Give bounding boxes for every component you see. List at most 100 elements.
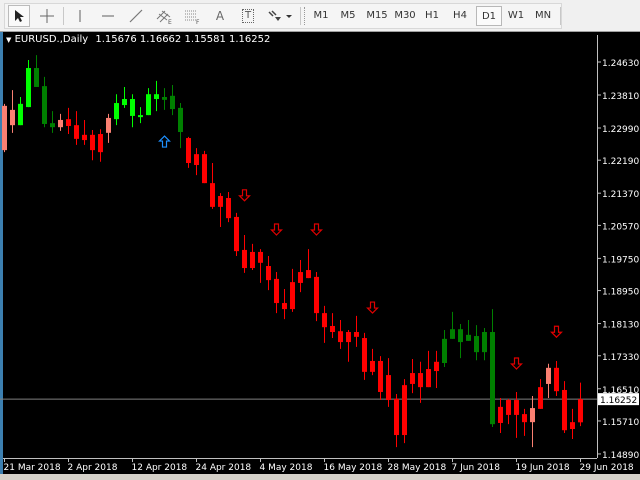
price-tick-label: 1.14890 — [602, 451, 639, 461]
candle-body — [170, 95, 175, 110]
price-tick-label: 1.17330 — [602, 353, 639, 363]
price-tick-label: 1.18950 — [602, 288, 639, 298]
time-tick-label: 16 May 2018 — [324, 463, 383, 473]
candle — [546, 363, 551, 399]
candle — [290, 268, 295, 312]
candle-body — [346, 332, 351, 343]
candle — [10, 90, 15, 133]
candle-body — [138, 115, 143, 118]
candle-body — [570, 422, 575, 430]
candle-body — [522, 414, 527, 423]
candle — [330, 313, 335, 339]
candle — [298, 259, 303, 293]
candle — [570, 408, 575, 440]
candle — [450, 311, 455, 339]
candle-body — [242, 249, 247, 269]
candle — [114, 94, 119, 126]
candle-body — [146, 94, 151, 116]
candle-body — [554, 367, 559, 392]
candle — [122, 86, 127, 108]
candle — [322, 305, 327, 343]
candle — [154, 80, 159, 112]
candle — [194, 148, 199, 176]
candle-body — [490, 332, 495, 425]
price-chart[interactable]: 1.24630 1.23810 1.22990 1.22190 1.21370 1.205… — [0, 0, 640, 480]
candle-body — [386, 375, 391, 401]
candle — [490, 309, 495, 427]
candle-body — [218, 196, 223, 207]
time-tick-label: 2 Apr 2018 — [68, 463, 118, 473]
candle-body — [354, 332, 359, 337]
candle-body — [306, 270, 311, 279]
price-tick-label: 1.24630 — [602, 59, 639, 69]
candle-body — [66, 119, 71, 126]
price-tick-label: 1.20570 — [602, 222, 639, 232]
candle-body — [514, 400, 519, 415]
candle-body — [434, 361, 439, 372]
candle-body — [442, 338, 447, 364]
candle-body — [42, 86, 47, 124]
candle — [146, 88, 151, 116]
candle — [170, 84, 175, 116]
candle — [346, 330, 351, 362]
price-tick-label: 1.21370 — [602, 190, 639, 200]
time-tick-label: 24 Apr 2018 — [196, 463, 252, 473]
status-bar — [0, 474, 640, 480]
candle-body — [122, 99, 127, 106]
candle — [50, 111, 55, 133]
candle-body — [202, 154, 207, 184]
candle-body — [18, 103, 23, 126]
candle-body — [482, 332, 487, 353]
time-tick-label: 7 Jun 2018 — [452, 463, 501, 473]
candle-body — [82, 134, 87, 141]
candle-body — [298, 272, 303, 283]
candle — [226, 191, 231, 223]
candle-body — [378, 360, 383, 392]
candle — [106, 113, 111, 143]
price-tick-label: 1.22990 — [602, 125, 639, 135]
arrow-down-icon — [270, 223, 283, 236]
candle-body — [106, 117, 111, 133]
candle-body — [194, 154, 199, 166]
candle-body — [410, 373, 415, 384]
candle-body — [250, 251, 255, 269]
candle-body — [98, 134, 103, 153]
candle — [282, 288, 287, 320]
candle — [402, 379, 407, 444]
time-tick-label: 28 May 2018 — [388, 463, 447, 473]
candle-body — [114, 103, 119, 120]
candle — [18, 97, 23, 126]
candle-body — [10, 109, 15, 126]
candle — [522, 408, 527, 436]
candle — [98, 129, 103, 162]
arrow-down-icon — [366, 301, 379, 314]
candle — [578, 382, 583, 427]
candle — [354, 315, 359, 347]
candle — [26, 59, 31, 108]
candle — [442, 330, 447, 368]
candle — [426, 350, 431, 388]
collapse-triangle-icon[interactable]: ▼ — [6, 36, 11, 44]
candle-body — [538, 387, 543, 409]
price-tick-label: 1.15710 — [602, 418, 639, 428]
candle-body — [458, 329, 463, 343]
candle-body — [58, 119, 63, 128]
candle-body — [322, 313, 327, 328]
candle — [506, 398, 511, 425]
candle-body — [130, 99, 135, 116]
price-tick-label: 1.22190 — [602, 157, 639, 167]
candle — [306, 249, 311, 279]
time-tick-label: 29 Jun 2018 — [580, 463, 634, 473]
candle — [474, 325, 479, 361]
candle — [250, 243, 255, 271]
candle — [562, 381, 567, 434]
candle-body — [394, 398, 399, 436]
candle — [178, 103, 183, 149]
arrow-up-icon — [158, 135, 171, 148]
candle — [482, 327, 487, 361]
candle-body — [186, 138, 191, 164]
candle-body — [418, 373, 423, 388]
candle-body — [90, 134, 95, 151]
candle-body — [26, 68, 31, 108]
candle — [162, 88, 167, 110]
